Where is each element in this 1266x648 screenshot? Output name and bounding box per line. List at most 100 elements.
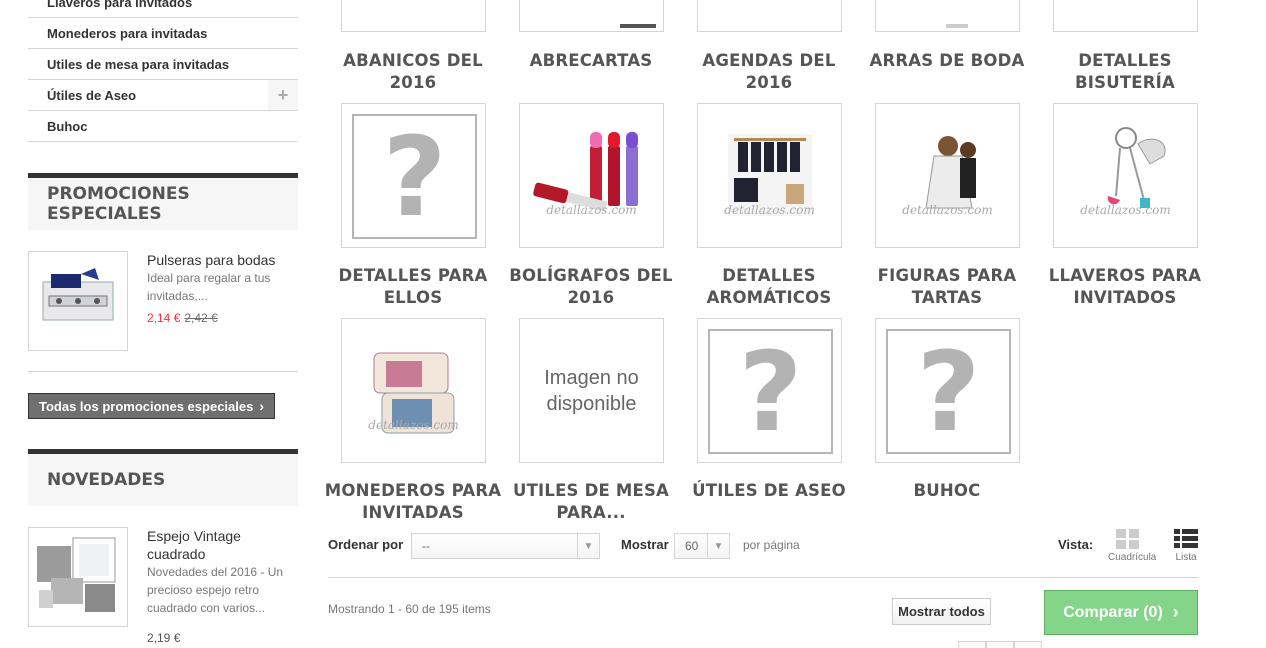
aromatic-gifts-image [728, 134, 812, 216]
all-promotions-button[interactable]: Todas los promociones especiales › [28, 393, 276, 419]
category-title[interactable]: DETALLES AROMÁTICOS [679, 265, 859, 309]
bracelet-box-image [42, 268, 114, 321]
sort-label: Ordenar por [328, 537, 404, 552]
chevron-right-icon: › [1172, 602, 1179, 622]
category-title[interactable]: AGENDAS DEL 2016 [679, 50, 859, 94]
per-page-text: por página [743, 538, 800, 552]
category-title[interactable]: DETALLES PARA ELLOS [323, 265, 503, 309]
category-card[interactable] [1053, 0, 1198, 32]
cake-figures-image [925, 136, 976, 209]
category-card[interactable]: detallazos.com [1053, 103, 1198, 248]
category-card[interactable] [519, 0, 664, 32]
per-page-select[interactable]: 60 ▼ [674, 533, 730, 559]
product-info: Pulseras para bodas Ideal para regalar a… [147, 251, 297, 325]
category-item[interactable]: Buhoc [28, 111, 298, 142]
watermark: detallazos.com [1080, 203, 1171, 217]
grid-icon [1116, 529, 1139, 549]
category-label: Llaveros para invitados [47, 0, 193, 10]
product-price: 2,14 € [147, 311, 181, 325]
category-item[interactable]: Utiles de mesa para invitadas [28, 49, 298, 80]
list-icon [1174, 529, 1198, 548]
no-image-text: Imagen no disponible [544, 366, 639, 415]
category-title[interactable]: BUHOC [857, 480, 1037, 502]
category-item[interactable]: Monederos para invitadas [28, 18, 298, 49]
product-price-row: 2,19 € [147, 631, 297, 645]
category-card[interactable]: detallazos.com [697, 103, 842, 248]
promo-product: Pulseras para bodas Ideal para regalar a… [28, 251, 298, 351]
product-name[interactable]: Espejo Vintage cuadrado [147, 527, 297, 563]
new-product: Espejo Vintage cuadrado Novedades del 20… [28, 527, 298, 645]
watermark: detallazos.com [546, 203, 637, 217]
category-title[interactable]: DETALLES BISUTERÍA [1035, 50, 1215, 94]
category-title[interactable]: BOLÍGRAFOS DEL 2016 [501, 265, 681, 309]
category-title[interactable]: ÚTILES DE ASEO [679, 480, 859, 502]
category-item[interactable]: Útiles de Aseo + [28, 80, 298, 111]
category-list: Llaveros para invitados Monederos para i… [28, 0, 298, 142]
category-item[interactable]: Llaveros para invitados [28, 0, 298, 18]
placeholder-question-icon: ? [708, 329, 833, 454]
chevron-right-icon: › [259, 398, 265, 414]
category-label: Útiles de Aseo [47, 87, 137, 103]
category-card[interactable]: ? [697, 318, 842, 463]
product-thumbnail[interactable] [28, 527, 128, 627]
category-card[interactable] [341, 0, 486, 32]
product-price: 2,19 € [147, 631, 181, 645]
category-title[interactable]: ABRECARTAS [501, 50, 681, 72]
per-page-value: 60 [685, 539, 699, 553]
coin-purses-image [373, 352, 455, 434]
watermark: detallazos.com [902, 203, 993, 217]
show-label: Mostrar [621, 537, 669, 552]
product-description: Ideal para regalar a tus invitadas,... [147, 271, 271, 303]
sort-value: -- [422, 539, 430, 553]
promotions-title[interactable]: PROMOCIONES ESPECIALES [28, 173, 298, 230]
watermark: detallazos.com [368, 418, 459, 432]
pagination-item[interactable] [986, 641, 1014, 648]
category-label: Monederos para invitadas [47, 25, 208, 41]
pagination-item[interactable] [1014, 641, 1042, 648]
category-title[interactable]: FIGURAS PARA TARTAS [857, 265, 1037, 309]
product-image-fragment [946, 24, 968, 28]
product-description: Novedades del 2016 - Un precioso espejo … [147, 565, 284, 615]
pens-image [533, 132, 638, 212]
chevron-down-icon: ▼ [707, 534, 729, 558]
expand-plus-icon[interactable]: + [268, 80, 298, 110]
category-card[interactable]: ? [875, 318, 1020, 463]
list-view-button[interactable]: Lista [1166, 529, 1206, 563]
chevron-down-icon: ▼ [577, 534, 599, 558]
category-label: Buhoc [47, 118, 88, 134]
compare-button[interactable]: Comparar (0) › [1044, 590, 1198, 635]
category-title[interactable]: UTILES DE MESA PARA... [501, 480, 681, 524]
mirror-image [37, 537, 116, 612]
sort-select[interactable]: -- ▼ [411, 533, 600, 559]
category-card[interactable]: detallazos.com [519, 103, 664, 248]
category-title[interactable]: ABANICOS DEL 2016 [323, 50, 503, 94]
placeholder-question-icon: ? [886, 329, 1011, 454]
category-card[interactable]: detallazos.com [341, 318, 486, 463]
category-title[interactable]: ARRAS DE BODA [857, 50, 1037, 72]
product-price-row: 2,14 €2,42 € [147, 311, 297, 325]
list-view-label: Lista [1175, 552, 1197, 563]
product-name[interactable]: Pulseras para bodas [147, 251, 297, 269]
grid-view-label: Cuadrícula [1108, 552, 1157, 563]
view-label: Vista: [1058, 537, 1094, 552]
compare-label: Comparar (0) [1063, 603, 1163, 621]
product-old-price: 2,42 € [184, 311, 218, 325]
category-title[interactable]: MONEDEROS PARA INVITADAS [323, 480, 503, 524]
novedades-title[interactable]: NOVEDADES [28, 449, 298, 506]
category-card[interactable]: Imagen no disponible [519, 318, 664, 463]
grid-view-button[interactable]: Cuadrícula [1108, 529, 1156, 563]
product-info: Espejo Vintage cuadrado Novedades del 20… [147, 527, 297, 645]
show-all-button[interactable]: Mostrar todos [892, 598, 991, 625]
category-label: Utiles de mesa para invitadas [47, 56, 230, 72]
product-image-fragment [620, 24, 656, 28]
category-title[interactable]: LLAVEROS PARA INVITADOS [1035, 265, 1215, 309]
watermark: detallazos.com [724, 203, 815, 217]
category-card[interactable]: ? [341, 103, 486, 248]
all-promotions-label: Todas los promociones especiales [39, 398, 254, 414]
product-thumbnail[interactable] [28, 251, 128, 351]
category-card[interactable] [875, 0, 1020, 32]
divider [28, 371, 298, 372]
category-card[interactable]: detallazos.com [875, 103, 1020, 248]
category-card[interactable] [697, 0, 842, 32]
pagination-item[interactable] [958, 641, 986, 648]
